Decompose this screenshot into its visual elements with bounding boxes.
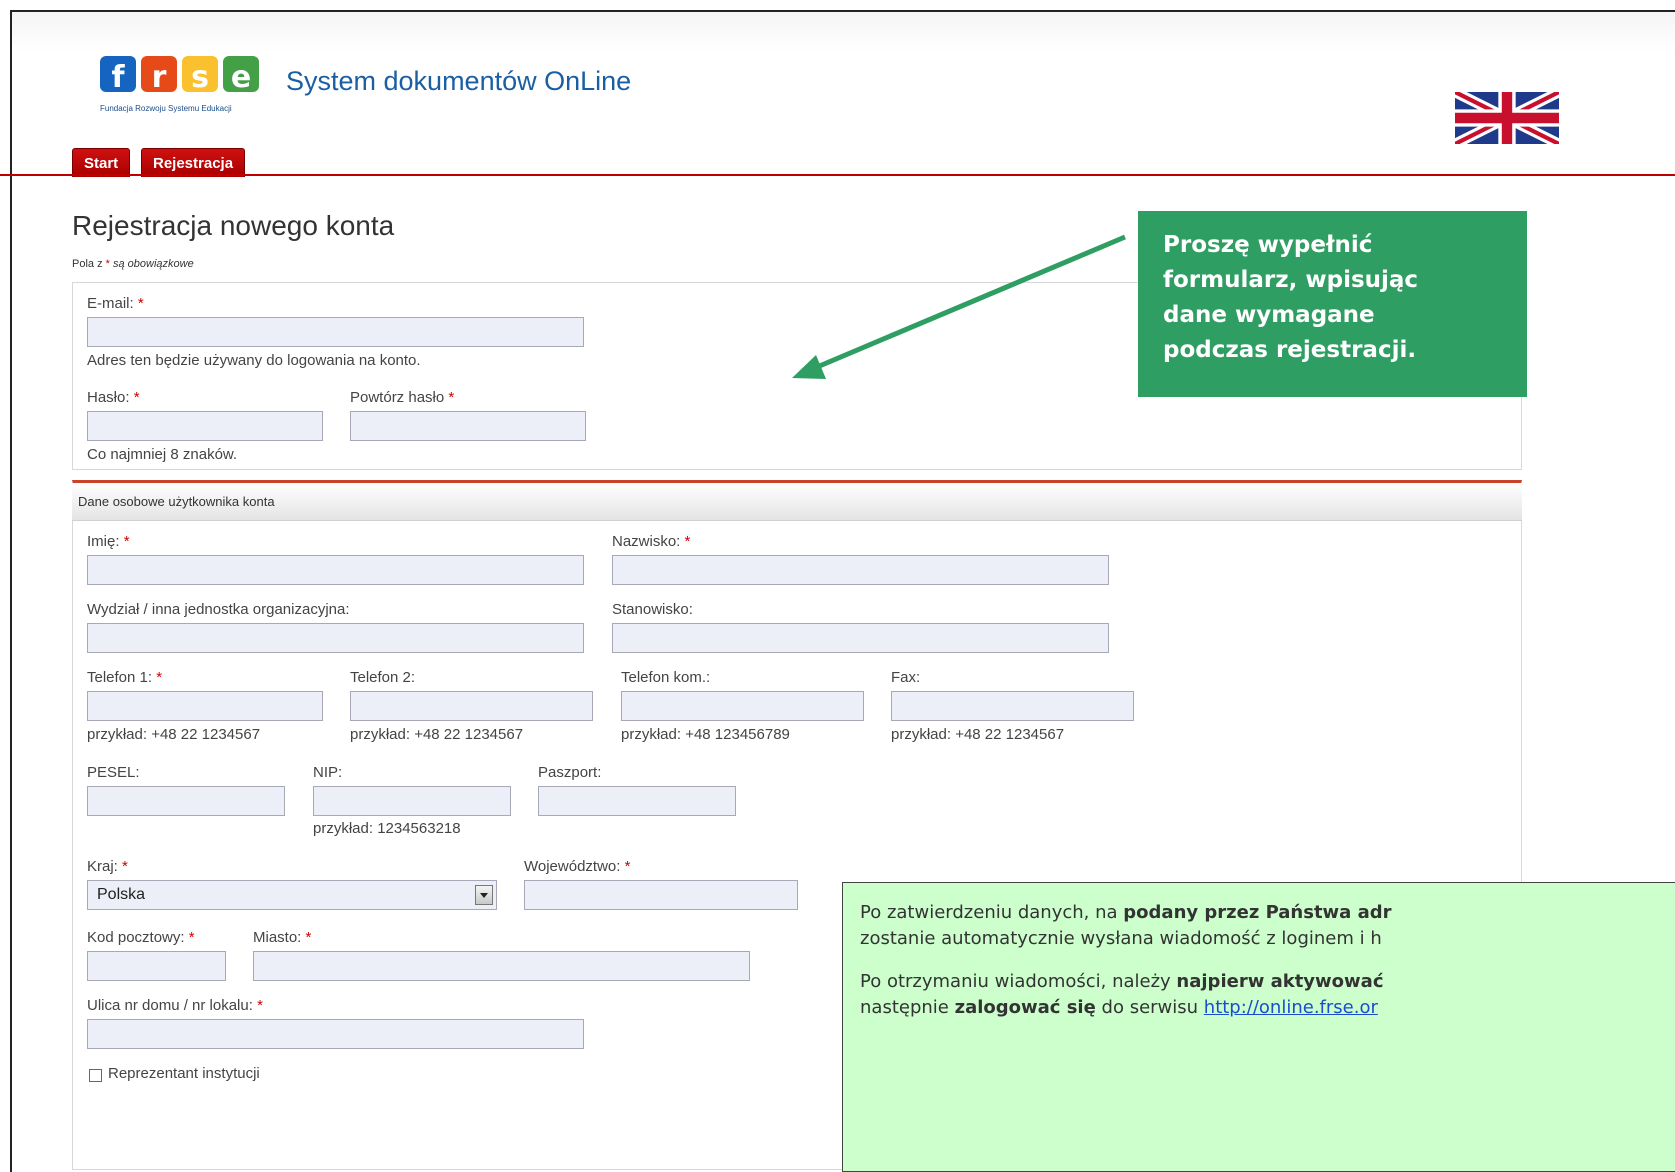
mobile-input[interactable] (621, 691, 864, 721)
required-note-prefix: Pola z (72, 258, 103, 270)
country-select[interactable]: Polska (87, 880, 497, 910)
pesel-label: PESEL: (87, 764, 140, 781)
required-note-suffix: są obowiązkowe (112, 258, 194, 270)
representative-checkbox[interactable] (89, 1069, 102, 1082)
postal-code-label: Kod pocztowy: * (87, 929, 195, 946)
logo-subtitle: Fundacja Rozwoju Systemu Edukacji (100, 104, 232, 113)
passport-label: Paszport: (538, 764, 602, 781)
phone2-input[interactable] (350, 691, 593, 721)
street-label: Ulica nr domu / nr lokalu: * (87, 997, 263, 1014)
nip-label: NIP: (313, 764, 343, 781)
callout-line: formularz, wpisując (1163, 267, 1419, 293)
department-input[interactable] (87, 623, 584, 653)
phone1-input[interactable] (87, 691, 323, 721)
representative-label: Reprezentant instytucji (108, 1065, 260, 1082)
page-title: Rejestracja nowego konta (72, 210, 395, 241)
city-input[interactable] (253, 951, 750, 981)
chevron-down-icon[interactable] (475, 885, 493, 905)
last-name-label: Nazwisko: * (612, 533, 691, 550)
nip-hint: przykład: 1234563218 (313, 820, 461, 837)
personal-data-title: Dane osobowe użytkownika konta (78, 494, 275, 509)
callout-line: dane wymagane (1163, 302, 1375, 328)
password-repeat-label: Powtórz hasło * (350, 389, 455, 406)
city-label: Miasto: * (253, 929, 312, 946)
app-title: System dokumentów OnLine (286, 66, 632, 96)
country-label: Kraj: * (87, 858, 128, 875)
callout-arrow (792, 234, 1126, 379)
email-hint: Adres ten będzie używany do logowania na… (87, 352, 421, 369)
department-label: Wydział / inna jednostka organizacyjna: (87, 601, 350, 618)
tab-bar-underline (0, 174, 1675, 176)
instruction-callout-text: Proszę wypełnić formularz, wpisując dane… (1163, 228, 1418, 368)
required-mark: * (105, 258, 110, 270)
password-label: Hasło: * (87, 389, 140, 406)
fax-hint: przykład: +48 22 1234567 (891, 726, 1065, 743)
callout-line: podczas rejestracji. (1163, 337, 1417, 363)
info-line-4: następnie zalogować się do serwisu http:… (860, 997, 1378, 1018)
required-fields-note: Pola z * są obowiązkowe (72, 258, 194, 270)
email-input[interactable] (87, 317, 584, 347)
tab-rejestracja[interactable]: Rejestracja (141, 148, 246, 177)
svg-text:s: s (191, 60, 209, 95)
callout-line: Proszę wypełnić (1163, 232, 1373, 258)
fax-label: Fax: (891, 669, 921, 686)
street-input[interactable] (87, 1019, 584, 1049)
position-input[interactable] (612, 623, 1109, 653)
country-select-value: Polska (97, 886, 146, 903)
info-line-3: Po otrzymaniu wiadomości, należy najpier… (860, 971, 1384, 992)
fax-input[interactable] (891, 691, 1134, 721)
voivodeship-input[interactable] (524, 880, 798, 910)
first-name-label: Imię: * (87, 533, 130, 550)
passport-input[interactable] (538, 786, 736, 816)
phone1-hint: przykład: +48 22 1234567 (87, 726, 261, 743)
tab-start[interactable]: Start (72, 148, 131, 177)
password-repeat-input[interactable] (350, 411, 586, 441)
nip-input[interactable] (313, 786, 511, 816)
last-name-input[interactable] (612, 555, 1109, 585)
phone1-label: Telefon 1: * (87, 669, 163, 686)
email-label: E-mail: * (87, 295, 144, 312)
mobile-hint: przykład: +48 123456789 (621, 726, 790, 743)
svg-text:r: r (152, 60, 167, 95)
phone2-label: Telefon 2: (350, 669, 416, 686)
position-label: Stanowisko: (612, 601, 693, 618)
info-line-1: Po zatwierdzeniu danych, na podany przez… (860, 902, 1392, 923)
uk-flag-icon[interactable] (1455, 92, 1559, 144)
mobile-label: Telefon kom.: (621, 669, 711, 686)
password-input[interactable] (87, 411, 323, 441)
voivodeship-label: Województwo: * (524, 858, 631, 875)
phone2-hint: przykład: +48 22 1234567 (350, 726, 524, 743)
first-name-input[interactable] (87, 555, 584, 585)
svg-text:f: f (111, 60, 125, 95)
svg-text:e: e (231, 60, 251, 95)
info-line-2: zostanie automatycznie wysłana wiadomość… (860, 928, 1382, 949)
personal-data-header (72, 483, 1522, 521)
pesel-input[interactable] (87, 786, 285, 816)
postal-code-input[interactable] (87, 951, 226, 981)
online-frse-link[interactable]: http://online.frse.or (1204, 997, 1378, 1018)
password-hint: Co najmniej 8 znaków. (87, 446, 238, 463)
